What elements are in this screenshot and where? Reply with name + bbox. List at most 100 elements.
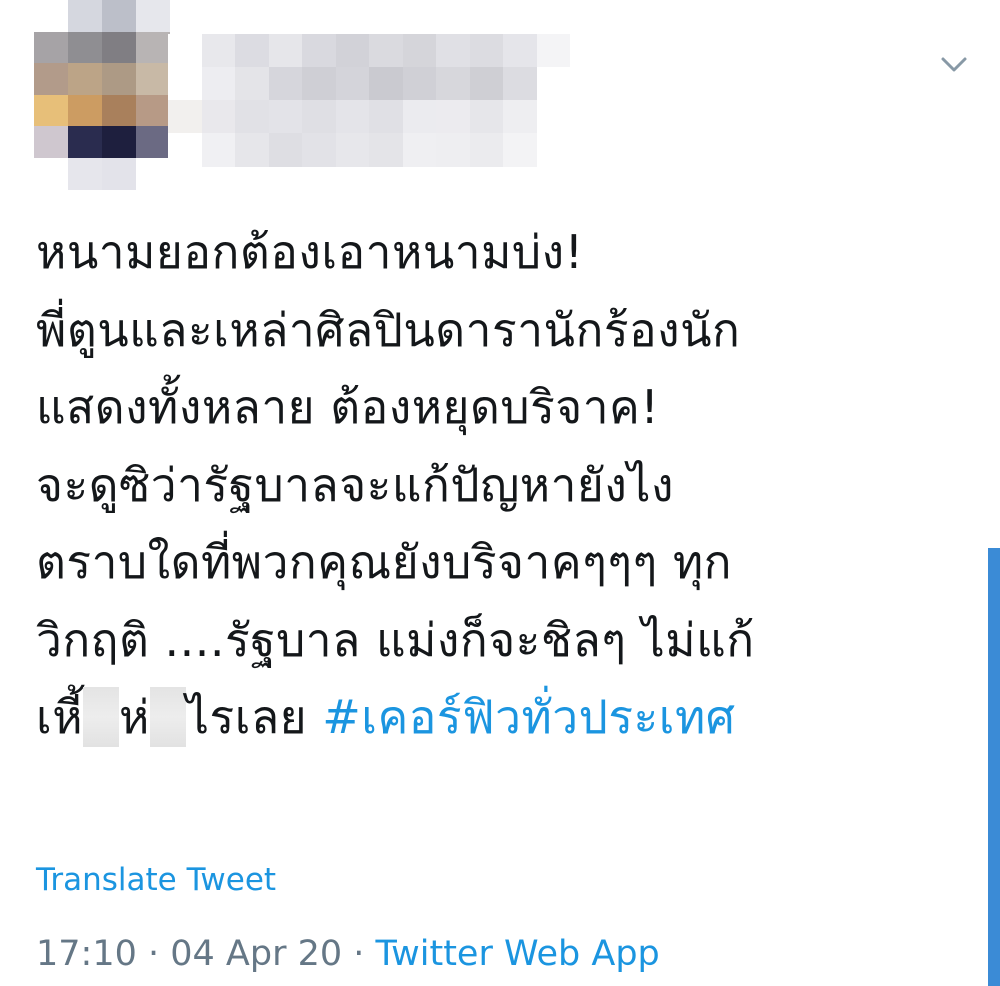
- tweet-source-link[interactable]: Twitter Web App: [376, 934, 660, 974]
- mosaic-cell: [68, 94, 102, 127]
- mosaic-cell: [68, 63, 102, 95]
- mosaic-cell: [168, 67, 202, 101]
- mosaic-cell: [503, 67, 537, 101]
- mosaic-cell: [136, 126, 170, 158]
- mosaic-cell: [136, 94, 170, 127]
- tweet-text-line: วิกฤติ ....รัฐบาล แม่งก็จะชิลๆ ไม่แก้: [36, 612, 755, 667]
- mosaic-cell: [469, 100, 504, 134]
- redaction-block: [83, 687, 120, 747]
- text-fragment: เหี้: [36, 690, 84, 744]
- mosaic-cell: [34, 31, 68, 64]
- mosaic-cell: [335, 133, 370, 167]
- mosaic-cell: [570, 67, 604, 101]
- mosaic-cell: [335, 67, 370, 101]
- tweet-text-line: จะดูซิว่ารัฐบาลจะแก้ปัญหายังไง: [36, 457, 674, 512]
- mosaic-cell: [235, 133, 269, 167]
- mosaic-cell: [168, 133, 202, 167]
- mosaic-cell: [34, 94, 68, 127]
- meta-separator: ·: [136, 934, 171, 974]
- mosaic-cell: [268, 34, 303, 68]
- mosaic-cell: [102, 0, 136, 32]
- mosaic-cell: [536, 100, 571, 134]
- tweet-time[interactable]: 17:10: [36, 934, 137, 974]
- mosaic-cell: [34, 63, 68, 95]
- tweet-metadata: 17:10 · 04 Apr 20 · Twitter Web App: [36, 930, 660, 978]
- tweet-text-line: หนามยอกต้องเอาหนามบ่ง!: [36, 225, 584, 279]
- mosaic-cell: [469, 34, 504, 68]
- mosaic-cell: [68, 126, 102, 158]
- text-fragment: ห่: [119, 690, 150, 744]
- mosaic-cell: [235, 100, 269, 134]
- mosaic-cell: [302, 133, 336, 167]
- mosaic-cell: [201, 34, 236, 68]
- mosaic-cell: [302, 34, 336, 68]
- mosaic-cell: [369, 67, 403, 101]
- tweet-text-line-last: เหี้ ห่ ไรเลย #เคอร์ฟิวทั่วประเทศ: [36, 679, 936, 757]
- translate-tweet-link[interactable]: Translate Tweet: [36, 858, 276, 902]
- mosaic-cell: [469, 67, 504, 101]
- mosaic-cell: [302, 100, 336, 134]
- mosaic-cell: [536, 34, 571, 68]
- chevron-down-icon: [941, 57, 967, 72]
- mosaic-cell: [503, 100, 537, 134]
- hashtag-link[interactable]: #เคอร์ฟิวทั่วประเทศ: [322, 690, 735, 744]
- text-fragment: ไรเลย: [185, 690, 323, 744]
- mosaic-cell: [436, 34, 470, 68]
- mosaic-cell: [34, 157, 68, 190]
- tweet-date[interactable]: 04 Apr 20: [170, 934, 342, 974]
- mosaic-cell: [335, 100, 370, 134]
- mosaic-cell: [102, 63, 136, 95]
- mosaic-cell: [68, 157, 102, 190]
- mosaic-cell: [436, 67, 470, 101]
- mosaic-cell: [136, 0, 170, 32]
- mosaic-cell: [168, 34, 202, 68]
- mosaic-cell: [402, 34, 437, 68]
- mosaic-cell: [268, 67, 303, 101]
- mosaic-cell: [34, 0, 68, 32]
- mosaic-cell: [235, 34, 269, 68]
- mosaic-cell: [402, 133, 437, 167]
- mosaic-cell: [335, 34, 370, 68]
- tweet-detail: หนามยอกต้องเอาหนามบ่ง! พี่ตูนและเหล่าศิล…: [0, 0, 1000, 986]
- mosaic-cell: [503, 133, 537, 167]
- mosaic-cell: [536, 67, 571, 101]
- mosaic-cell: [302, 67, 336, 101]
- mosaic-cell: [201, 67, 236, 101]
- mosaic-cell: [68, 31, 102, 64]
- scrollbar-thumb[interactable]: [988, 548, 1000, 986]
- user-name-blurred[interactable]: [168, 34, 604, 170]
- tweet-text: หนามยอกต้องเอาหนามบ่ง! พี่ตูนและเหล่าศิล…: [36, 214, 936, 757]
- avatar[interactable]: [34, 0, 170, 190]
- mosaic-cell: [268, 100, 303, 134]
- mosaic-cell: [136, 63, 170, 95]
- mosaic-cell: [436, 133, 470, 167]
- mosaic-cell: [102, 94, 136, 127]
- mosaic-cell: [102, 157, 136, 190]
- mosaic-cell: [369, 100, 403, 134]
- meta-separator: ·: [342, 934, 376, 974]
- mosaic-cell: [201, 100, 236, 134]
- mosaic-cell: [469, 133, 504, 167]
- mosaic-cell: [201, 133, 236, 167]
- mosaic-cell: [68, 0, 102, 32]
- mosaic-cell: [168, 100, 202, 134]
- mosaic-cell: [102, 31, 136, 64]
- mosaic-cell: [369, 34, 403, 68]
- tweet-menu-button[interactable]: [934, 44, 974, 84]
- mosaic-cell: [436, 100, 470, 134]
- mosaic-cell: [570, 34, 604, 68]
- mosaic-cell: [235, 67, 269, 101]
- tweet-text-line: ตราบใดที่พวกคุณยังบริจาคๆๆๆ ทุก: [36, 535, 733, 589]
- tweet-text-line: แสดงทั้งหลาย ต้องหยุดบริจาค!: [36, 380, 660, 434]
- mosaic-cell: [570, 100, 604, 134]
- mosaic-cell: [102, 126, 136, 158]
- mosaic-cell: [268, 133, 303, 167]
- mosaic-cell: [369, 133, 403, 167]
- tweet-text-line: พี่ตูนและเหล่าศิลปินดารานักร้องนัก: [36, 302, 741, 357]
- mosaic-cell: [503, 34, 537, 68]
- mosaic-cell: [570, 133, 604, 167]
- mosaic-cell: [536, 133, 571, 167]
- mosaic-cell: [136, 157, 170, 190]
- mosaic-cell: [34, 126, 68, 158]
- redaction-block: [149, 687, 186, 747]
